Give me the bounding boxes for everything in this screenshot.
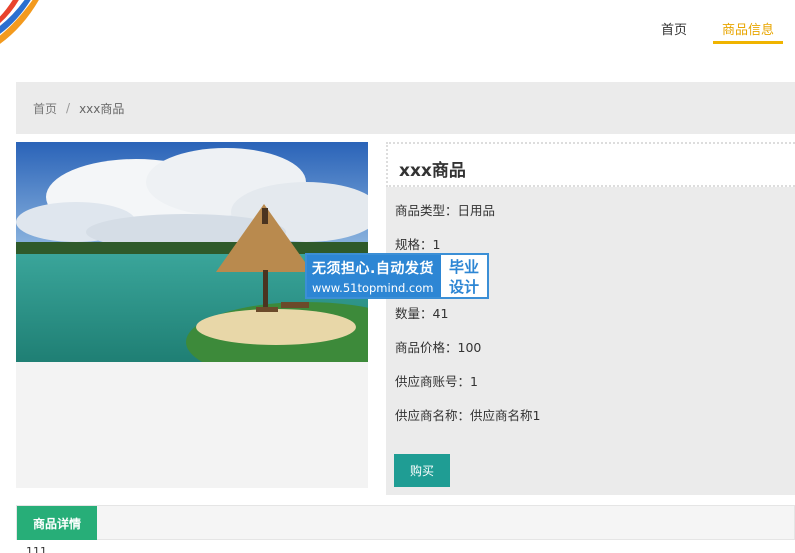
watermark-line2: www.51topmind.com [312, 281, 434, 295]
attr-value: 日用品 [457, 203, 496, 218]
nav-home[interactable]: 首页 [647, 0, 701, 44]
product-title: xxx商品 [399, 161, 466, 181]
breadcrumb-current: xxx商品 [79, 101, 125, 116]
product-title-box: xxx商品 [386, 142, 795, 187]
detail-tabs: 商品详情 [16, 505, 795, 540]
tab-product-detail[interactable]: 商品详情 [17, 506, 97, 540]
attr-key: 商品价格： [395, 340, 458, 355]
attr-value: 100 [457, 340, 482, 355]
top-nav: 首页 商品信息 [647, 0, 783, 44]
attr-quantity: 数量：41 [395, 303, 448, 322]
nav-product-info[interactable]: 商品信息 [712, 0, 783, 44]
attr-value: 供应商名称1 [470, 408, 541, 423]
breadcrumb-separator: / [66, 101, 71, 115]
attr-key: 商品类型： [395, 203, 458, 218]
watermark-line1: 无须担心.自动发货 [312, 261, 434, 277]
watermark-badge: 无须担心.自动发货 www.51topmind.com 毕业 设计 [305, 253, 489, 299]
attr-supplier-name: 供应商名称：供应商名称1 [395, 405, 540, 424]
attr-spec: 规格：1 [395, 234, 440, 253]
attr-supplier-account: 供应商账号：1 [395, 371, 478, 390]
product-image-panel [16, 142, 368, 488]
buy-button[interactable]: 购买 [394, 454, 450, 487]
attr-value: 1 [432, 237, 441, 252]
logo-swoosh-icon [0, 0, 39, 44]
attr-key: 规格： [395, 237, 433, 252]
detail-content: 111 [26, 545, 47, 553]
product-image[interactable] [16, 142, 368, 362]
attr-key: 供应商账号： [395, 374, 471, 389]
product-info-panel: xxx商品 商品类型：日用品 规格：1 数量：41 商品价格：100 供应商账号… [386, 142, 795, 495]
attr-value: 1 [470, 374, 478, 389]
attr-key: 数量： [395, 306, 433, 321]
watermark-left: 无须担心.自动发货 www.51topmind.com [307, 255, 441, 297]
attr-price: 商品价格：100 [395, 337, 481, 356]
attr-key: 供应商名称： [395, 408, 471, 423]
attr-category: 商品类型：日用品 [395, 200, 495, 219]
watermark-right-top: 毕业 [448, 258, 479, 276]
beach-hut-image [16, 142, 368, 362]
watermark-right-bottom: 设计 [448, 278, 479, 296]
watermark-right: 毕业 设计 [441, 255, 487, 297]
site-logo[interactable] [0, 0, 40, 44]
attr-value: 41 [432, 306, 449, 321]
breadcrumb: 首页 / xxx商品 [16, 82, 795, 134]
breadcrumb-home[interactable]: 首页 [33, 100, 57, 117]
